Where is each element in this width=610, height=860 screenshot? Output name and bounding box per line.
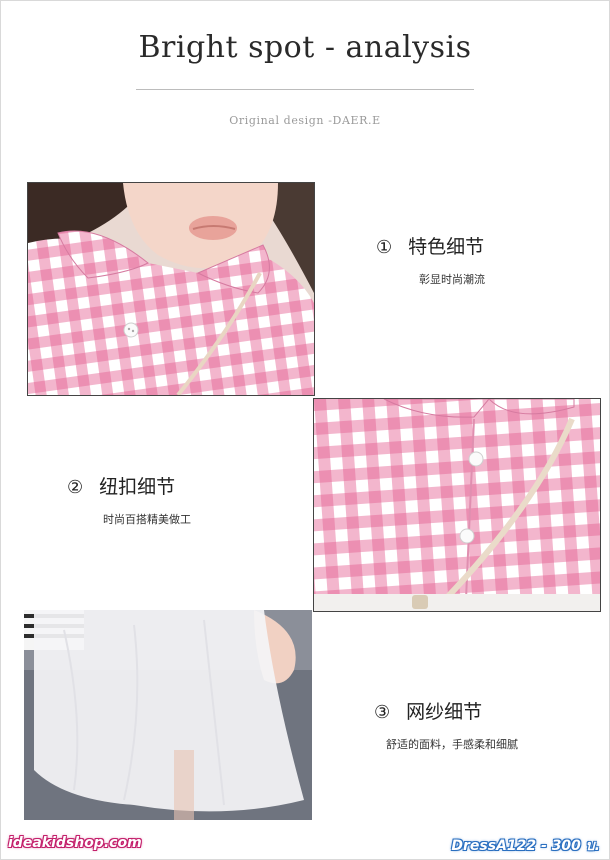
- page-title: Bright spot - analysis: [138, 30, 472, 65]
- feature-1-title: 特色细节: [408, 236, 485, 258]
- feature-3-title: 网纱细节: [406, 701, 483, 723]
- collar-detail-photo: [27, 182, 315, 396]
- feature-1-number: ①: [376, 237, 393, 258]
- feature-3-description: 舒适的面料，手感柔和细腻: [386, 738, 518, 751]
- product-price-label: DressA122 - 300 บ.: [451, 838, 600, 854]
- feature-1-heading: ① 特色细节: [376, 232, 484, 259]
- feature-2-heading: ② 纽扣细节: [67, 472, 175, 499]
- button-detail-photo: [313, 398, 601, 612]
- feature-3-number: ③: [374, 702, 391, 723]
- feature-2-title: 纽扣细节: [99, 476, 176, 498]
- feature-2-number: ②: [67, 477, 84, 498]
- feature-2-description: 时尚百搭精美做工: [103, 513, 191, 526]
- tulle-detail-photo: [24, 610, 312, 820]
- feature-1-description: 彰显时尚潮流: [419, 273, 485, 286]
- feature-3-heading: ③ 网纱细节: [374, 697, 482, 724]
- page-subtitle: Original design -DAER.E: [229, 114, 381, 127]
- title-divider: [136, 89, 474, 90]
